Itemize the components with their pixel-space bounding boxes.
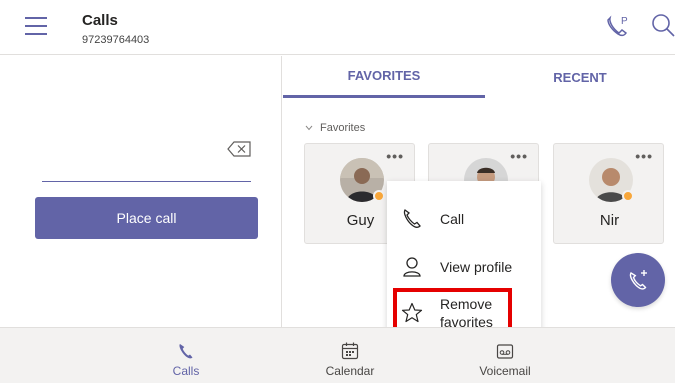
remove-line-1: Remove <box>440 296 493 312</box>
calendar-icon <box>341 342 359 360</box>
phone-add-icon <box>629 270 647 290</box>
menu-item-label: View profile <box>440 259 513 275</box>
app-header: Calls 97239764403 P <box>0 0 675 55</box>
person-icon <box>403 257 421 277</box>
menu-item-label: Call <box>440 211 465 227</box>
more-options-icon[interactable]: ••• <box>386 148 404 164</box>
phone-icon <box>179 344 193 359</box>
hamburger-icon[interactable] <box>25 17 47 35</box>
bottom-navigation: Calls Calendar Voicemail <box>0 327 675 383</box>
more-options-icon[interactable]: ••• <box>635 148 653 164</box>
status-badge <box>622 190 634 202</box>
nav-item-calls[interactable]: Calls <box>131 328 241 383</box>
search-icon[interactable] <box>650 12 675 40</box>
menu-item-view-profile[interactable]: View profile <box>387 245 541 289</box>
nav-label: Voicemail <box>479 364 531 378</box>
favorite-context-menu: Call View profile Remove favorites <box>387 181 541 338</box>
place-call-button[interactable]: Place call <box>35 197 258 239</box>
dialer-panel: Place call <box>0 56 282 327</box>
new-call-fab[interactable] <box>611 253 665 307</box>
star-icon <box>401 302 423 323</box>
page-title: Calls <box>82 12 118 29</box>
phone-number: 97239764403 <box>82 34 150 46</box>
status-badge <box>373 190 385 202</box>
favorite-card[interactable]: ••• Nir <box>553 143 664 244</box>
svg-text:P: P <box>621 16 628 27</box>
more-options-icon[interactable]: ••• <box>510 148 528 164</box>
nav-item-voicemail[interactable]: Voicemail <box>450 328 560 383</box>
favorites-section-toggle[interactable]: Favorites <box>305 122 365 134</box>
backspace-icon[interactable] <box>227 141 251 157</box>
favorite-name: Nir <box>599 212 620 229</box>
dial-number-input[interactable] <box>42 164 251 182</box>
menu-item-label: Remove favorites <box>440 295 493 331</box>
favorites-section-label: Favorites <box>320 122 366 134</box>
call-park-icon[interactable]: P <box>604 12 632 40</box>
voicemail-icon <box>496 344 514 359</box>
nav-label: Calendar <box>325 364 375 378</box>
phone-icon <box>403 209 421 228</box>
tab-favorites[interactable]: FAVORITES <box>283 56 485 98</box>
menu-item-call[interactable]: Call <box>387 197 541 241</box>
nav-label: Calls <box>172 364 200 378</box>
chevron-down-icon <box>305 125 313 131</box>
tab-recent[interactable]: RECENT <box>485 56 675 98</box>
nav-item-calendar[interactable]: Calendar <box>295 328 405 383</box>
teams-calls-app: Calls 97239764403 P Place call FAVORITES… <box>0 0 675 383</box>
